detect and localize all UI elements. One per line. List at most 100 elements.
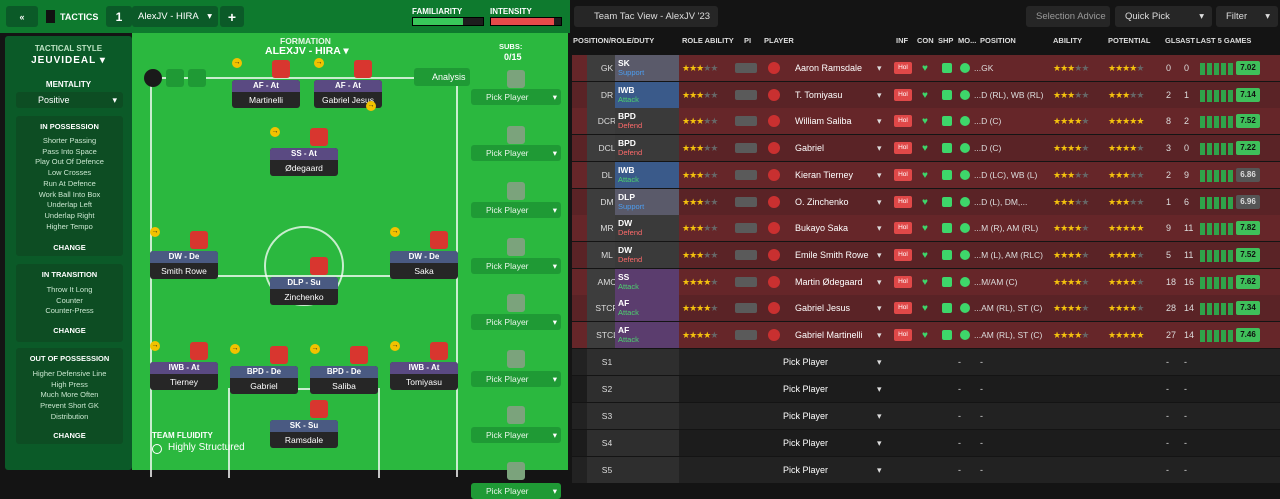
player-role[interactable]: SK - Su [270, 420, 338, 432]
player-card[interactable]: SS - At Ødegaard [270, 148, 338, 176]
pick-player-dropdown[interactable]: Pick Player [783, 376, 828, 402]
header-ast[interactable]: AST [1180, 36, 1195, 45]
player-role[interactable]: IWB - At [390, 362, 458, 374]
pick-player-dropdown[interactable]: Pick Player [471, 89, 561, 105]
header-con[interactable]: CON [917, 36, 934, 45]
player-name[interactable]: Kieran Tierney [795, 162, 853, 188]
chevron-down-icon[interactable]: ▾ [877, 55, 882, 81]
chevron-down-icon[interactable]: ▾ [877, 269, 882, 295]
chevron-down-icon[interactable]: ▾ [877, 162, 882, 188]
stats-icon[interactable] [166, 69, 184, 87]
player-view-icon[interactable] [144, 69, 162, 87]
pick-player-dropdown[interactable]: Pick Player [471, 426, 561, 443]
quick-pick-dropdown[interactable]: Quick Pick ▾ [1115, 6, 1212, 27]
player-role[interactable]: AF - At [314, 80, 382, 92]
player-name[interactable]: O. Zinchenko [795, 189, 849, 215]
sub-row[interactable]: S5 Pick Player ▾ - - - - [572, 457, 1280, 483]
pick-player-dropdown[interactable]: Pick Player [471, 370, 561, 387]
row-role[interactable]: IWB Attack [615, 81, 679, 108]
player-name[interactable]: Ramsdale [270, 432, 338, 448]
player-name[interactable]: Bukayo Saka [795, 215, 848, 241]
player-name[interactable]: Smith Rowe [150, 263, 218, 279]
pi-icon[interactable] [735, 223, 757, 234]
header-mo[interactable]: MO... [958, 36, 976, 45]
row-role[interactable]: DLP Support [615, 188, 679, 215]
change-transition-button[interactable]: CHANGE [16, 326, 123, 335]
table-row[interactable]: STCL AF Attack ★★★★★ Gabriel Martinelli ▾ Hol ♥… [572, 322, 1280, 348]
player-role[interactable]: SS - At [270, 148, 338, 160]
sub-row[interactable]: S3 Pick Player ▾ - - - - [572, 403, 1280, 429]
pick-player-dropdown[interactable]: Pick Player [783, 457, 828, 483]
pick-player-dropdown[interactable]: Pick Player [471, 314, 561, 331]
pi-icon[interactable] [735, 303, 757, 314]
player-role[interactable]: DW - De [150, 251, 218, 263]
sub-row[interactable]: S4 Pick Player ▾ - - - - [572, 430, 1280, 456]
selection-advice-button[interactable]: Selection Advice [1026, 6, 1110, 27]
add-tactic-button[interactable]: + [220, 6, 244, 27]
pick-player-dropdown[interactable]: Pick Player [471, 257, 561, 274]
filter-dropdown[interactable]: Filter ▾ [1216, 6, 1278, 27]
chevron-down-icon[interactable]: ▾ [877, 457, 882, 483]
player-name[interactable]: Gabriel [795, 135, 824, 161]
player-name[interactable]: Saka [390, 263, 458, 279]
tactic-slot-number[interactable]: 1 [106, 6, 132, 27]
player-role[interactable]: BPD - De [310, 366, 378, 378]
player-name[interactable]: Emile Smith Rowe [795, 242, 869, 268]
pi-icon[interactable] [735, 276, 757, 287]
pi-icon[interactable] [735, 116, 757, 127]
pick-player-dropdown[interactable]: Pick Player [783, 430, 828, 456]
header-potential[interactable]: POTENTIAL [1108, 36, 1151, 45]
player-name[interactable]: Gabriel Jesus [795, 295, 850, 321]
analysis-button[interactable]: Analysis [414, 68, 470, 86]
report-icon[interactable] [188, 69, 206, 87]
player-card[interactable]: DLP - Su Zinchenko [270, 277, 338, 305]
player-name[interactable]: William Saliba [795, 108, 852, 134]
pi-icon[interactable] [735, 196, 757, 207]
chevron-down-icon[interactable]: ▾ [877, 82, 882, 108]
player-role[interactable]: AF - At [232, 80, 300, 92]
table-row[interactable]: STCR AF Attack ★★★★★ Gabriel Jesus ▾ Hol ♥ ...AM… [572, 295, 1280, 322]
table-row[interactable]: DCR BPD Defend ★★★★★ William Saliba ▾ Hol ♥ ...D… [572, 108, 1280, 135]
pi-icon[interactable] [735, 249, 757, 260]
header-player[interactable]: PLAYER [764, 36, 794, 45]
chevron-down-icon[interactable]: ▾ [877, 242, 882, 268]
mentality-dropdown[interactable]: Positive ▾ [16, 92, 123, 108]
player-role[interactable]: IWB - At [150, 362, 218, 374]
chevron-down-icon[interactable]: ▾ [877, 349, 882, 375]
player-name[interactable]: Aaron Ramsdale [795, 55, 862, 81]
chevron-down-icon[interactable]: ▾ [877, 322, 882, 348]
chevron-down-icon[interactable]: ▾ [877, 430, 882, 456]
row-role[interactable]: SK Support [615, 55, 679, 81]
tactic-selector[interactable]: AlexJV - HIRA ▾ [132, 6, 218, 27]
player-card[interactable]: SK - Su Ramsdale [270, 420, 338, 448]
player-name[interactable]: Saliba [310, 378, 378, 394]
view-selector[interactable]: Team Tac View - AlexJV '23 [574, 6, 718, 27]
chevron-down-icon[interactable]: ▾ [877, 135, 882, 161]
formation-selector[interactable]: ALEXJV - HIRA ▾ [265, 45, 349, 57]
pick-player-dropdown[interactable]: Pick Player [471, 483, 561, 499]
header-shp[interactable]: SHP [938, 36, 953, 45]
table-row[interactable]: ML DW Defend ★★★★★ Emile Smith Rowe ▾ Hol ♥ ...M… [572, 241, 1280, 268]
player-name[interactable]: Tomiyasu [390, 374, 458, 390]
style-selector[interactable]: JEUVIDEAL ▾ [5, 55, 132, 66]
sub-row[interactable]: S2 Pick Player ▾ - - - - [572, 376, 1280, 402]
pi-icon[interactable] [735, 143, 757, 154]
table-row[interactable]: AMC SS Attack ★★★★★ Martin Ødegaard ▾ Hol ♥ ...M… [572, 268, 1280, 295]
player-name[interactable]: T. Tomiyasu [795, 82, 842, 108]
pick-player-dropdown[interactable]: Pick Player [783, 403, 828, 429]
header-role-ability[interactable]: ROLE ABILITY [682, 36, 734, 45]
player-role[interactable]: DLP - Su [270, 277, 338, 289]
change-oop-button[interactable]: CHANGE [16, 431, 123, 440]
row-role[interactable]: AF Attack [615, 322, 679, 348]
header-gls[interactable]: GLS [1165, 36, 1180, 45]
sub-row[interactable]: S1 Pick Player ▾ - - - - [572, 349, 1280, 375]
chevron-down-icon[interactable]: ▾ [877, 189, 882, 215]
row-role[interactable]: AF Attack [615, 295, 679, 322]
pick-player-dropdown[interactable]: Pick Player [783, 349, 828, 375]
row-role[interactable]: DW Defend [615, 215, 679, 242]
pi-icon[interactable] [735, 330, 757, 340]
chevron-down-icon[interactable]: ▾ [877, 215, 882, 241]
header-position-col[interactable]: POSITION [980, 36, 1016, 45]
player-card[interactable]: BPD - De Saliba [310, 366, 378, 394]
chevron-down-icon[interactable]: ▾ [877, 108, 882, 134]
